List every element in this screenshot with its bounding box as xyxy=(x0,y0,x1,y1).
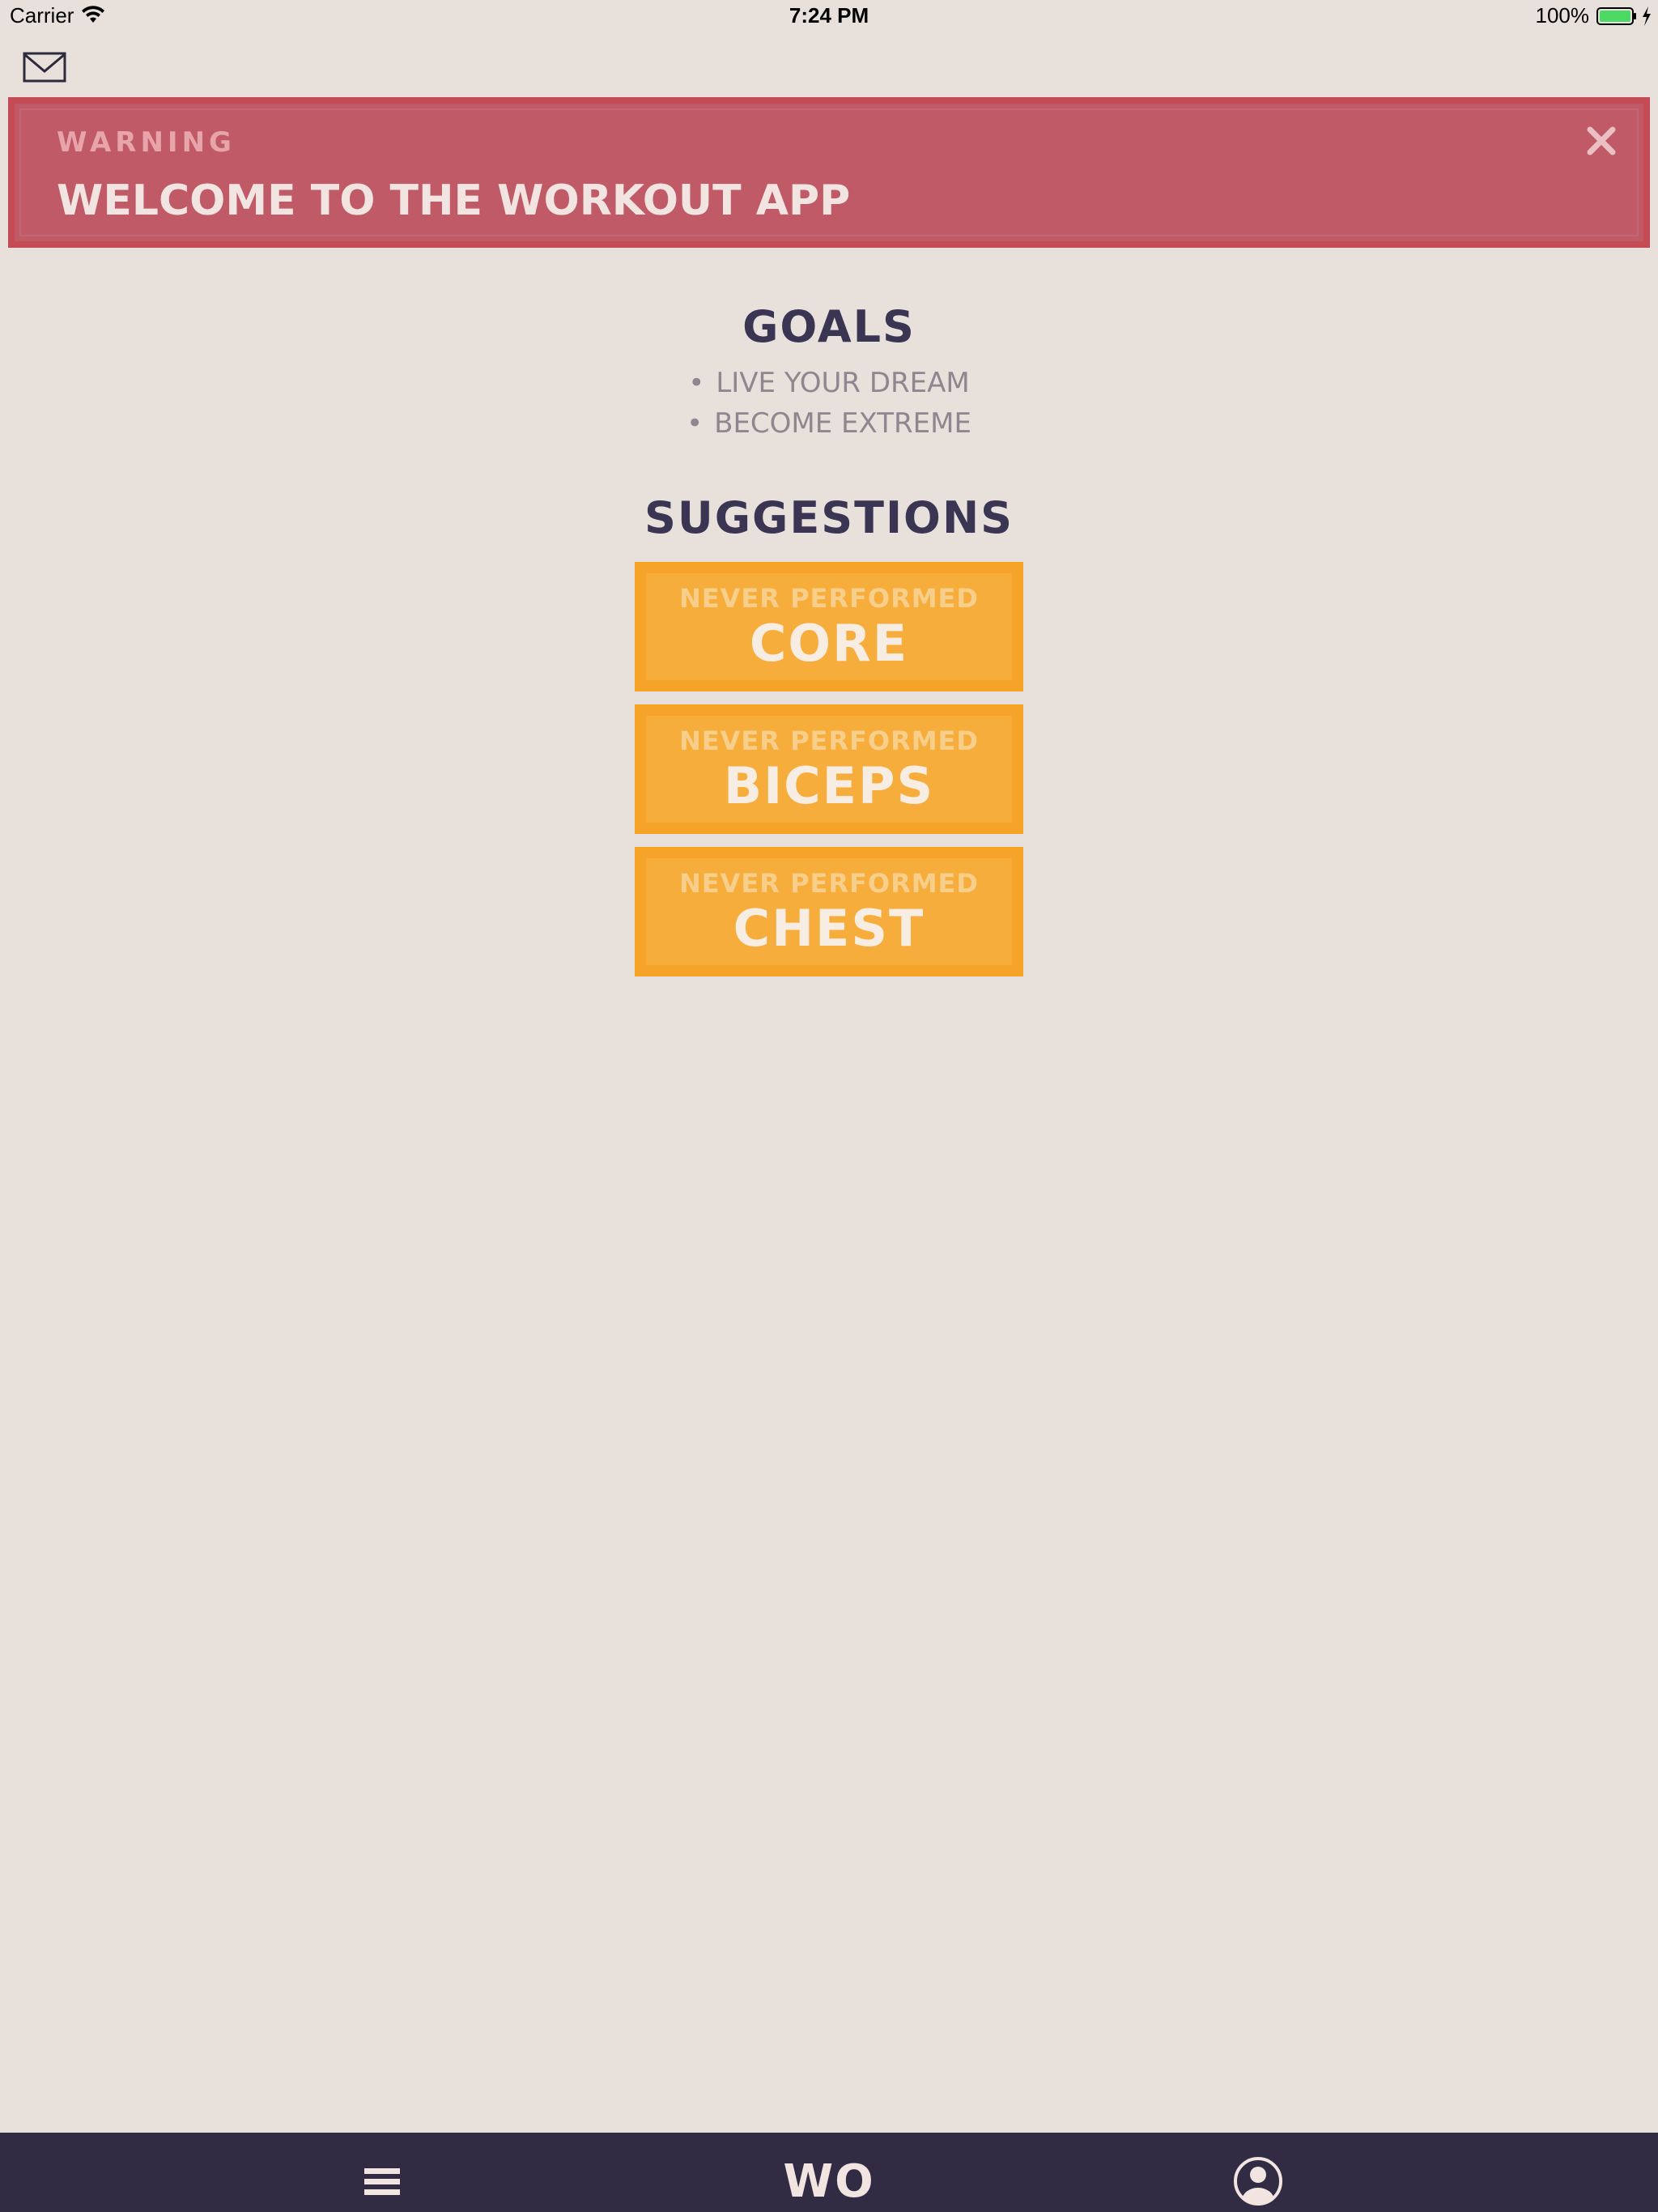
banner-message: WELCOME TO THE WORKOUT APP xyxy=(57,177,851,225)
app-logo[interactable]: WO xyxy=(0,2155,1658,2208)
goals-heading: GOALS xyxy=(742,301,916,352)
status-bar: Carrier 7:24 PM 100% xyxy=(0,0,1658,32)
suggestion-title: BICEPS xyxy=(723,756,935,815)
suggestion-card-biceps[interactable]: NEVER PERFORMED BICEPS xyxy=(635,704,1023,834)
warning-banner: WARNING WELCOME TO THE WORKOUT APP xyxy=(8,97,1650,248)
suggestion-card-core[interactable]: NEVER PERFORMED CORE xyxy=(635,562,1023,691)
suggestion-subtitle: NEVER PERFORMED xyxy=(679,725,979,756)
suggestion-title: CHEST xyxy=(733,899,925,958)
suggestions-heading: SUGGESTIONS xyxy=(644,492,1014,543)
bottom-navigation-bar: WO xyxy=(0,2133,1658,2212)
status-time: 7:24 PM xyxy=(789,3,869,28)
envelope-icon[interactable] xyxy=(23,52,66,83)
close-icon[interactable] xyxy=(1584,123,1619,159)
battery-percentage: 100% xyxy=(1535,3,1590,28)
user-profile-icon[interactable] xyxy=(1232,2155,1284,2207)
goal-item: BECOME EXTREME xyxy=(0,403,1658,444)
goals-list: LIVE YOUR DREAM BECOME EXTREME xyxy=(0,363,1658,444)
banner-label: WARNING xyxy=(57,126,236,159)
battery-icon xyxy=(1596,7,1636,25)
suggestion-card-chest[interactable]: NEVER PERFORMED CHEST xyxy=(635,847,1023,976)
suggestion-title: CORE xyxy=(749,614,909,673)
goal-item: LIVE YOUR DREAM xyxy=(0,363,1658,403)
suggestion-subtitle: NEVER PERFORMED xyxy=(679,583,979,614)
suggestion-subtitle: NEVER PERFORMED xyxy=(679,868,979,899)
charging-bolt-icon xyxy=(1643,6,1651,26)
